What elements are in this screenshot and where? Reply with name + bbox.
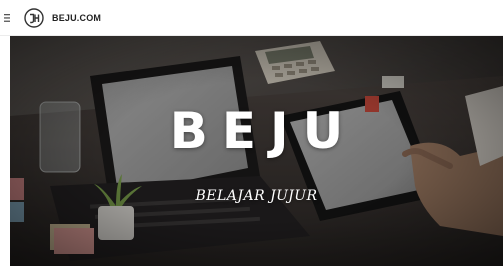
hero-title: BEJU	[169, 102, 358, 160]
hero-banner: BEJU BELAJAR JUJUR	[10, 36, 503, 266]
hamburger-menu-icon[interactable]	[0, 0, 14, 36]
site-name-link[interactable]: BEJU.COM	[52, 13, 101, 23]
beju-logo-icon[interactable]	[24, 7, 44, 28]
hero-subtitle: BELAJAR JUJUR	[195, 188, 318, 204]
header-bar: BEJU.COM	[0, 0, 503, 36]
